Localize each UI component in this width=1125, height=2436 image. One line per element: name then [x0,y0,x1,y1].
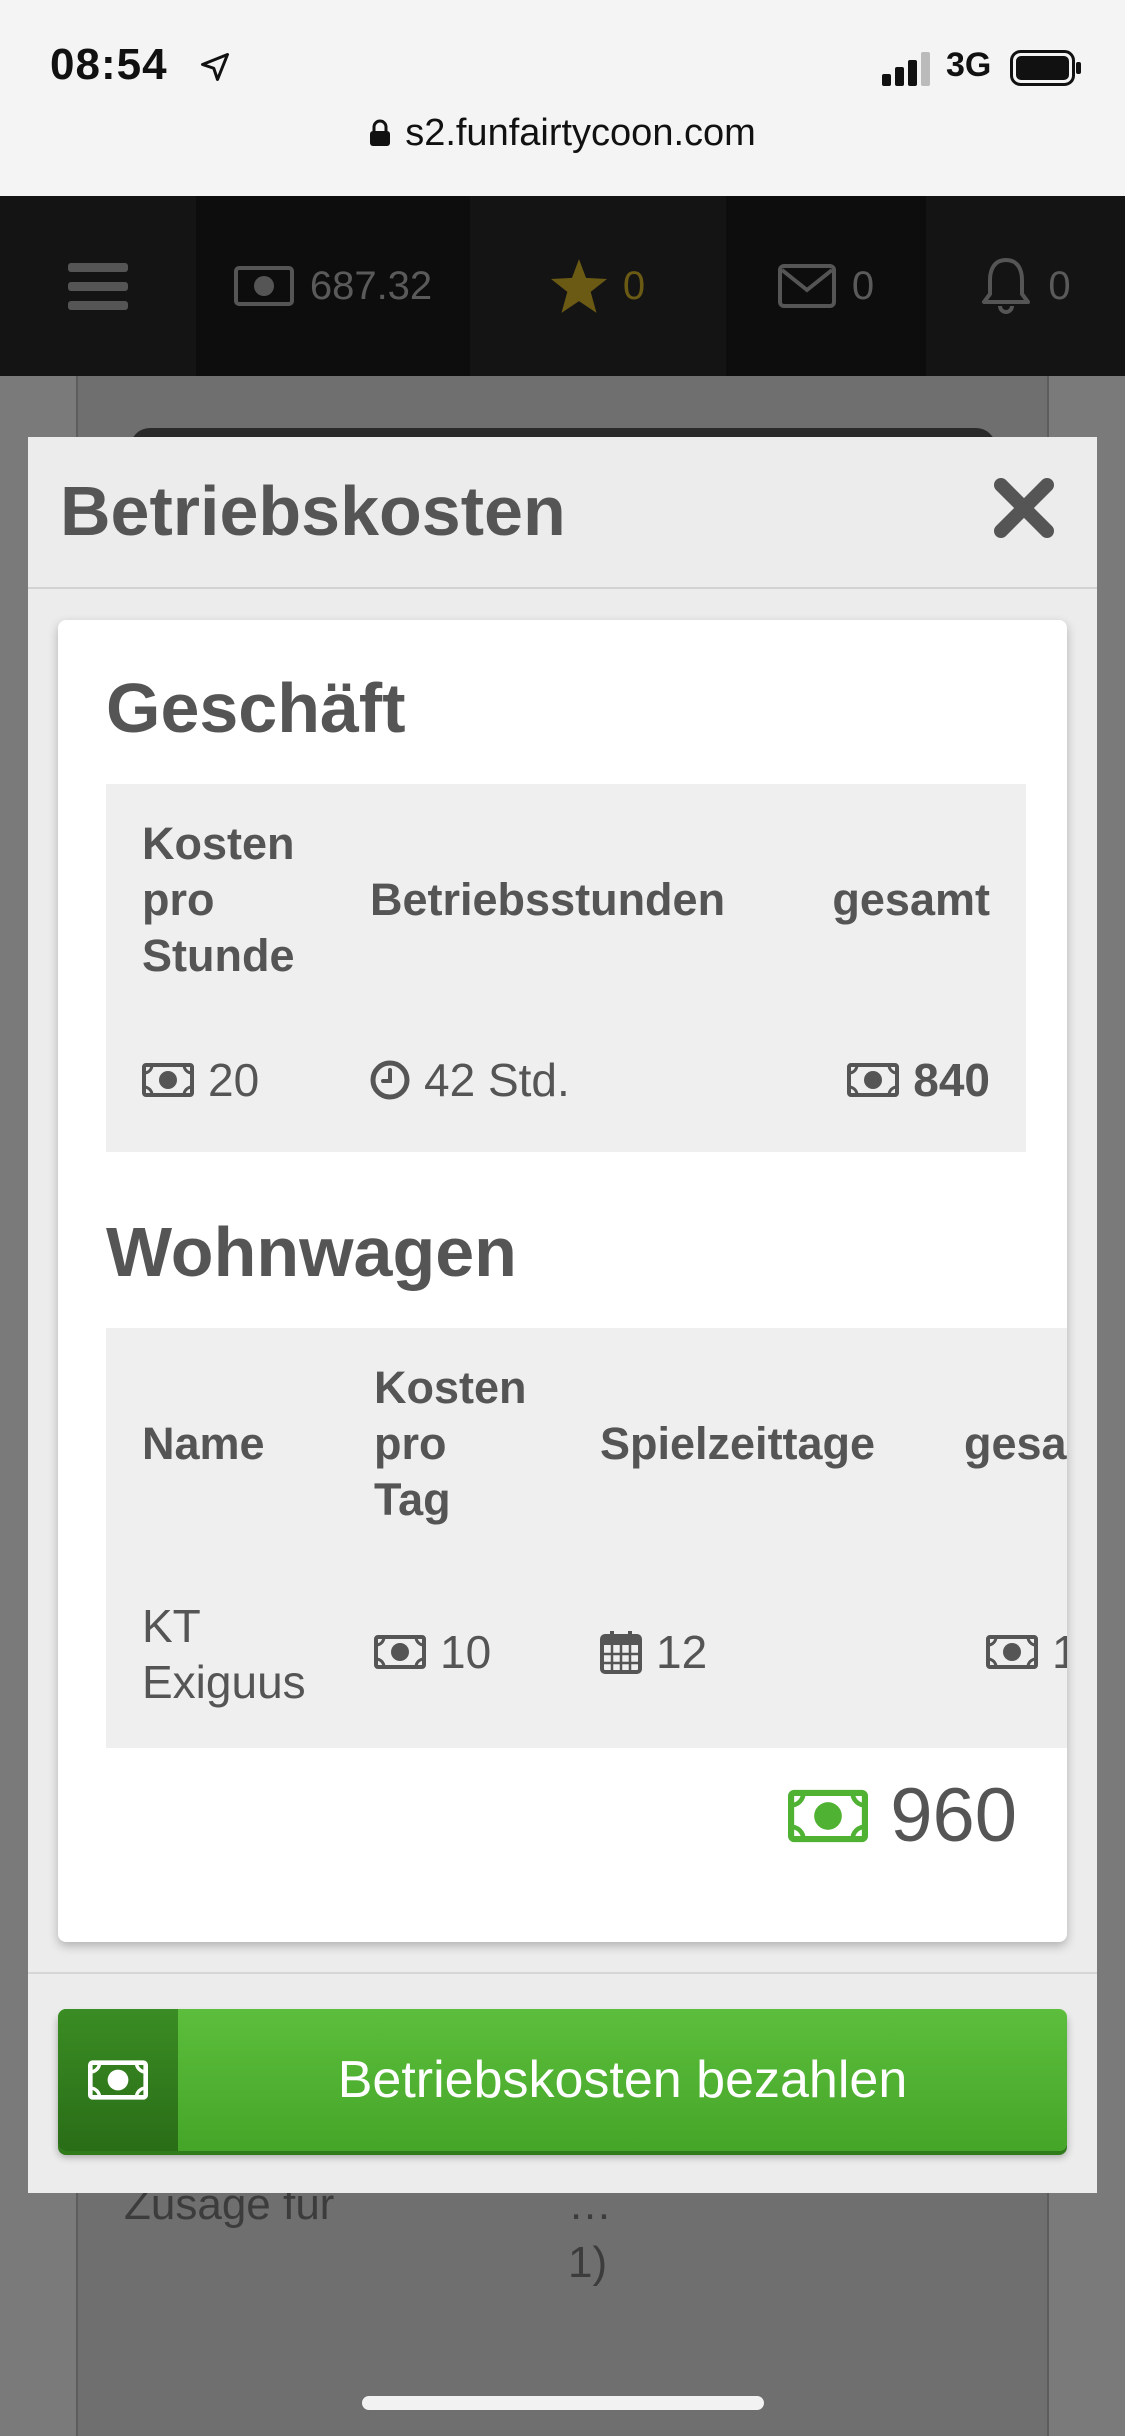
money-icon [374,1635,426,1669]
money-icon [233,266,294,306]
column-header-name: Name [142,1418,265,1469]
caravans-table[interactable]: Name Kosten pro Tag Spielzeittage gesa K… [106,1328,1067,1748]
stars-display[interactable]: 0 [470,196,726,376]
star-icon [550,259,607,313]
cell-caravan-total: 1 [986,1624,1067,1680]
cell-cost-per-day: 10 [374,1624,491,1680]
cell-game-days: 12 [600,1624,707,1680]
hours-value: 42 Std. [424,1054,570,1106]
column-header-cost-per-day: Kosten pro Tag [374,1360,527,1528]
modal-title: Betriebskosten [60,472,566,550]
battery-icon [1010,50,1081,86]
money-value: 687.32 [309,263,433,308]
home-indicator[interactable] [362,2396,764,2410]
money-icon [986,1635,1038,1669]
url-text: s2.funfairtycoon.com [405,112,756,154]
location-arrow-icon [201,53,229,81]
money-display[interactable]: 687.32 [196,196,470,376]
column-header-cost-per-hour: Kosten pro Stunde [142,816,295,984]
money-icon [88,2060,148,2100]
cell-total: 840 [847,1052,990,1108]
ios-status-area: 08:54 3G s2.funfairtycoon.com [0,0,1125,196]
envelope-icon [777,264,836,308]
cost-per-day-value: 10 [440,1626,492,1678]
menu-button[interactable] [0,196,196,376]
header-line: pro [374,1418,447,1469]
cell-hours: 42 Std. [370,1052,570,1108]
caravan-total-value: 1 [1052,1626,1067,1678]
pay-button-label: Betriebskosten bezahlen [337,2051,908,2109]
cost-per-hour-value: 20 [208,1054,260,1106]
background-text-right: … 1) [568,2176,612,2292]
calendar-icon [600,1631,642,1674]
pay-button-icon-box [58,2009,178,2151]
section-title-business: Geschäft [106,669,406,747]
caravan-name-line: Exiguus [142,1656,306,1708]
background-text-line: 1) [568,2238,608,2287]
url-bar[interactable]: s2.funfairtycoon.com [0,112,1125,155]
cell-cost-per-hour: 20 [142,1052,259,1108]
cell-caravan-name: KT Exiguus [142,1598,306,1710]
column-header-total: gesa [964,1418,1067,1469]
status-time: 08:54 [50,40,168,89]
column-header-game-days: Spielzeittage [600,1418,876,1469]
costs-card: Geschäft Kosten pro Stunde Betriebsstund… [58,620,1067,1942]
messages-value: 0 [851,263,875,308]
lock-icon [370,119,391,146]
notifications-display[interactable]: 0 [926,196,1125,376]
header-line: Tag [374,1474,451,1525]
grand-total-value: 960 [890,1773,1017,1858]
modal-header: Betriebskosten [28,437,1097,589]
header-line: Stunde [142,930,295,981]
grand-total: 960 [788,1772,1017,1859]
stars-value: 0 [622,263,646,308]
hamburger-icon [68,263,128,310]
operating-costs-modal: Betriebskosten Geschäft Kosten pro Stund… [28,437,1097,2193]
column-header-total: gesamt [832,874,990,925]
total-value: 840 [913,1054,990,1106]
messages-display[interactable]: 0 [726,196,926,376]
header-line: pro [142,874,215,925]
close-icon[interactable] [993,477,1055,539]
game-days-value: 12 [656,1626,708,1678]
cellular-signal-icon [882,52,930,86]
column-header-hours: Betriebsstunden [370,874,726,925]
footer-divider [28,1972,1097,1974]
money-icon [788,1789,869,1842]
caravan-name-line: KT [142,1600,201,1652]
header-line: Kosten [374,1362,527,1413]
money-icon [142,1063,194,1097]
money-icon [847,1063,900,1097]
pay-operating-costs-button[interactable]: Betriebskosten bezahlen [58,2009,1067,2151]
notifications-value: 0 [1048,263,1071,308]
game-top-bar: 687.32 0 0 0 [0,196,1125,376]
section-title-caravans: Wohnwagen [106,1213,517,1291]
bell-icon [982,258,1031,314]
header-line: Kosten [142,818,295,869]
network-type: 3G [946,46,992,84]
clock-icon [370,1060,410,1100]
business-table: Kosten pro Stunde Betriebsstunden gesamt… [106,784,1026,1152]
